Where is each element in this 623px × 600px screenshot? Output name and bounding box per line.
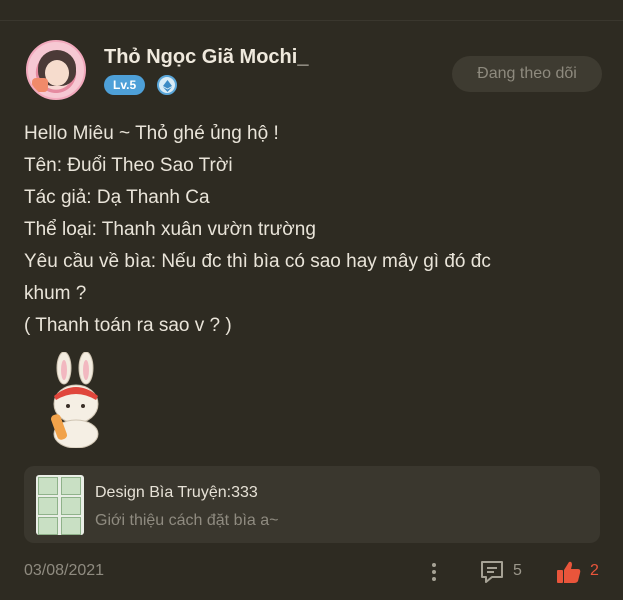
author-name[interactable]: Thỏ Ngọc Giã Mochi_ bbox=[104, 46, 308, 69]
post-header: Thỏ Ngọc Giã Mochi_ Lv.5 Đang theo dõi bbox=[24, 40, 602, 100]
post-content: Hello Miêu ~ Thỏ ghé ủng hộ ! Tên: Đuổi … bbox=[24, 118, 584, 342]
ethereum-icon bbox=[157, 75, 177, 95]
linked-post-subtitle: Giới thiệu cách đặt bìa a~ bbox=[95, 512, 279, 529]
linked-post-title: Design Bìa Truyện:333 bbox=[95, 484, 258, 501]
follow-button[interactable]: Đang theo dõi bbox=[452, 56, 602, 92]
post-date: 03/08/2021 bbox=[24, 562, 105, 579]
content-line: Tên: Đuổi Theo Sao Trời bbox=[24, 155, 233, 176]
avatar[interactable] bbox=[26, 40, 86, 100]
content-line: khum ? bbox=[24, 283, 87, 304]
content-line: Thể loại: Thanh xuân vườn trường bbox=[24, 219, 316, 240]
level-badge: Lv.5 bbox=[104, 75, 146, 95]
more-vertical-icon[interactable] bbox=[428, 560, 440, 584]
content-line: Hello Miêu ~ Thỏ ghé ủng hộ ! bbox=[24, 123, 279, 144]
content-line: Yêu cầu về bìa: Nếu đc thì bìa có sao ha… bbox=[24, 251, 491, 272]
comment-count: 5 bbox=[513, 562, 522, 579]
linked-post-card[interactable]: Design Bìa Truyện:333 Giới thiệu cách đặ… bbox=[24, 466, 600, 543]
like-count: 2 bbox=[590, 562, 599, 579]
thumbs-up-icon[interactable] bbox=[556, 560, 582, 584]
comment-icon[interactable] bbox=[479, 560, 505, 584]
post-footer: 03/08/2021 5 2 bbox=[24, 560, 604, 584]
bunny-sticker bbox=[46, 351, 106, 449]
content-line: ( Thanh toán ra sao v ? ) bbox=[24, 315, 232, 336]
top-divider bbox=[0, 20, 623, 21]
content-line: Tác giả: Dạ Thanh Ca bbox=[24, 187, 210, 208]
linked-post-thumbnail bbox=[36, 475, 84, 535]
